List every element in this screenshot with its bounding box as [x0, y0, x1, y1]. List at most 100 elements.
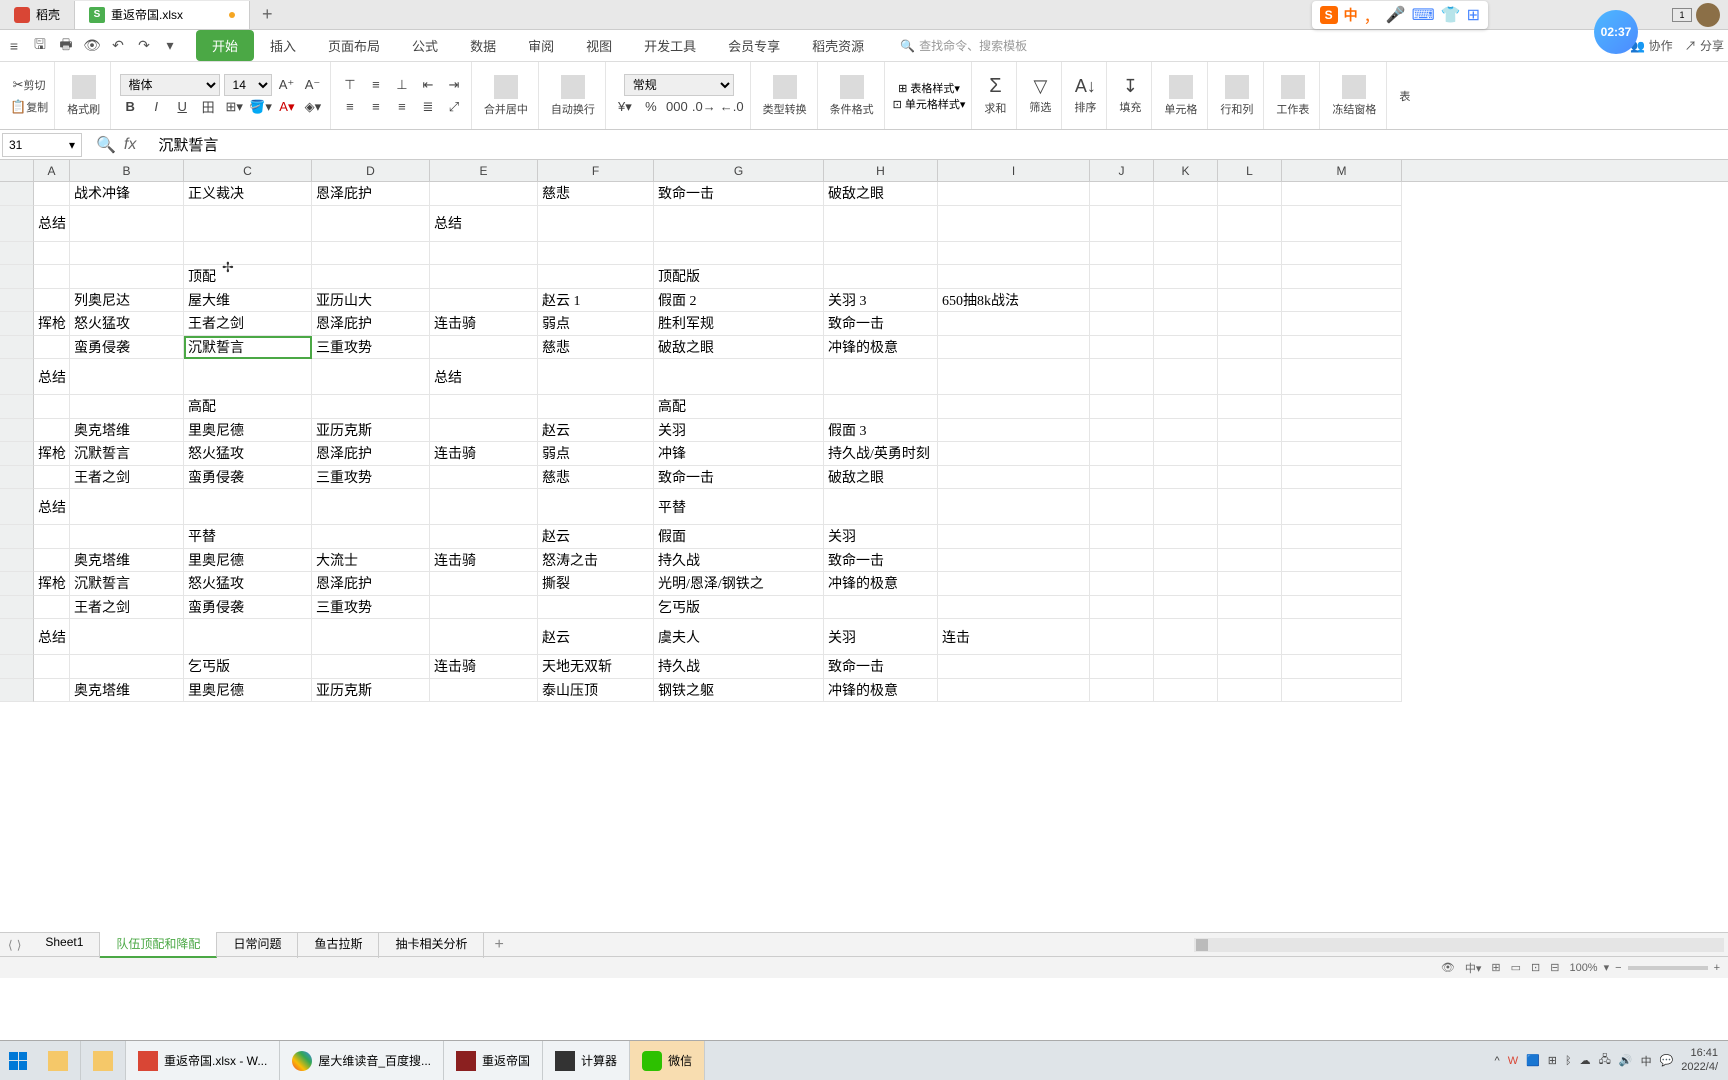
cell[interactable] [1282, 242, 1402, 266]
tray-bluetooth-icon[interactable]: ᛒ [1565, 1055, 1572, 1067]
cell[interactable] [1218, 442, 1282, 466]
select-all-corner[interactable] [0, 160, 34, 181]
font-color-button[interactable]: A▾ [276, 96, 298, 118]
cell[interactable] [1218, 655, 1282, 679]
cell[interactable] [938, 572, 1090, 596]
ribbon-search[interactable]: 🔍 查找命令、搜索模板 [900, 37, 1027, 54]
sum-button[interactable]: Σ求和 [980, 75, 1010, 116]
sheet-button[interactable]: 工作表 [1272, 75, 1313, 117]
cell[interactable]: 假面 [654, 525, 824, 549]
bold-button[interactable]: B [119, 96, 141, 118]
cell[interactable]: 亚历克斯 [312, 679, 430, 703]
share-button[interactable]: ↗ 分享 [1685, 37, 1724, 54]
cell[interactable]: 连击骑 [430, 655, 538, 679]
cell[interactable] [1282, 289, 1402, 313]
cell[interactable] [34, 655, 70, 679]
cell[interactable] [1154, 442, 1218, 466]
cut-button[interactable]: ✂剪切 [13, 74, 46, 96]
cell[interactable] [938, 312, 1090, 336]
cell[interactable] [312, 489, 430, 525]
cell[interactable] [824, 489, 938, 525]
cell[interactable] [1154, 265, 1218, 289]
horizontal-scrollbar[interactable] [1194, 938, 1724, 952]
tab-data[interactable]: 数据 [454, 30, 512, 61]
sheet-tab-2[interactable]: 日常问题 [217, 931, 298, 958]
row-header[interactable] [0, 242, 34, 266]
align-top-button[interactable]: ⊤ [339, 74, 361, 96]
cell[interactable] [1090, 242, 1154, 266]
cell[interactable] [1282, 525, 1402, 549]
tray-cloud-icon[interactable]: ☁ [1580, 1054, 1591, 1067]
cell[interactable] [70, 359, 184, 395]
merge-button[interactable]: 合并居中 [480, 75, 532, 117]
cell[interactable]: 沉默誓言 [70, 572, 184, 596]
formula-input[interactable]: 沉默誓言 [150, 134, 1728, 155]
comma-button[interactable]: 000 [666, 96, 688, 118]
row-header[interactable] [0, 679, 34, 703]
cell[interactable] [938, 549, 1090, 573]
cell[interactable] [34, 265, 70, 289]
col-F[interactable]: F [538, 160, 654, 181]
cell[interactable] [654, 359, 824, 395]
cell[interactable] [1218, 206, 1282, 242]
cell[interactable] [70, 395, 184, 419]
row-header[interactable] [0, 596, 34, 620]
cell[interactable]: 关羽 [824, 525, 938, 549]
timer-badge[interactable]: 02:37 [1594, 10, 1638, 54]
cell[interactable] [1282, 419, 1402, 443]
cell[interactable] [1154, 679, 1218, 703]
cellstyle-button[interactable]: ⊡ 单元格样式▾ [893, 96, 966, 112]
cell[interactable]: 恩泽庇护 [312, 442, 430, 466]
cell[interactable]: 天地无双斩 [538, 655, 654, 679]
indent-inc-button[interactable]: ⇥ [443, 74, 465, 96]
cell[interactable] [1090, 596, 1154, 620]
cell[interactable]: 蛮勇侵袭 [184, 466, 312, 490]
cell[interactable] [938, 206, 1090, 242]
cell[interactable] [34, 466, 70, 490]
cell[interactable] [1218, 619, 1282, 655]
cell[interactable] [538, 206, 654, 242]
col-I[interactable]: I [938, 160, 1090, 181]
cell[interactable] [34, 549, 70, 573]
cell[interactable] [1282, 182, 1402, 206]
row-header[interactable] [0, 182, 34, 206]
save-icon[interactable]: 🖫 [30, 36, 50, 56]
dropdown-icon[interactable]: ▾ [160, 36, 180, 56]
orientation-button[interactable]: ⤢ [443, 96, 465, 118]
cell[interactable] [538, 265, 654, 289]
col-H[interactable]: H [824, 160, 938, 181]
cell[interactable]: 顶配 [184, 265, 312, 289]
cell[interactable] [312, 359, 430, 395]
fx-icon[interactable]: fx [124, 136, 136, 154]
cell[interactable]: 连击骑 [430, 312, 538, 336]
zoom-icon[interactable]: 🔍 [96, 135, 116, 155]
sheet-tab-4[interactable]: 抽卡相关分析 [379, 931, 484, 958]
rowcol-button[interactable]: 行和列 [1216, 75, 1257, 117]
cell[interactable]: 连击骑 [430, 442, 538, 466]
strike-button[interactable]: 田 [197, 96, 219, 118]
zoom-dropdown-icon[interactable]: ▾ [1604, 961, 1610, 974]
cell[interactable] [430, 466, 538, 490]
cell[interactable]: 奥克塔维 [70, 679, 184, 703]
cell[interactable] [538, 359, 654, 395]
tab-docker[interactable]: 稻壳 [0, 1, 75, 29]
cell[interactable] [1218, 489, 1282, 525]
task-wps[interactable]: 重返帝国.xlsx - W... [126, 1041, 280, 1080]
cell[interactable] [1282, 312, 1402, 336]
cell[interactable] [1218, 525, 1282, 549]
cell[interactable]: 慈悲 [538, 182, 654, 206]
freeze-button[interactable]: 冻结窗格 [1328, 75, 1380, 117]
ime-mic-icon[interactable]: 🎤 [1386, 5, 1406, 25]
cell[interactable]: 冲锋 [654, 442, 824, 466]
cell[interactable]: 沉默誓言 [70, 442, 184, 466]
tray-action-icon[interactable]: 💬 [1660, 1054, 1674, 1067]
cell[interactable]: 关羽 [654, 419, 824, 443]
row-header[interactable] [0, 549, 34, 573]
row-header[interactable] [0, 442, 34, 466]
typeconv-button[interactable]: 类型转换 [759, 75, 811, 117]
cell[interactable] [938, 395, 1090, 419]
sheet-tab-3[interactable]: 鱼古拉斯 [298, 931, 379, 958]
task-wechat[interactable]: 微信 [630, 1041, 705, 1080]
cell[interactable] [1282, 265, 1402, 289]
window-restore-button[interactable]: 1 [1672, 8, 1692, 22]
